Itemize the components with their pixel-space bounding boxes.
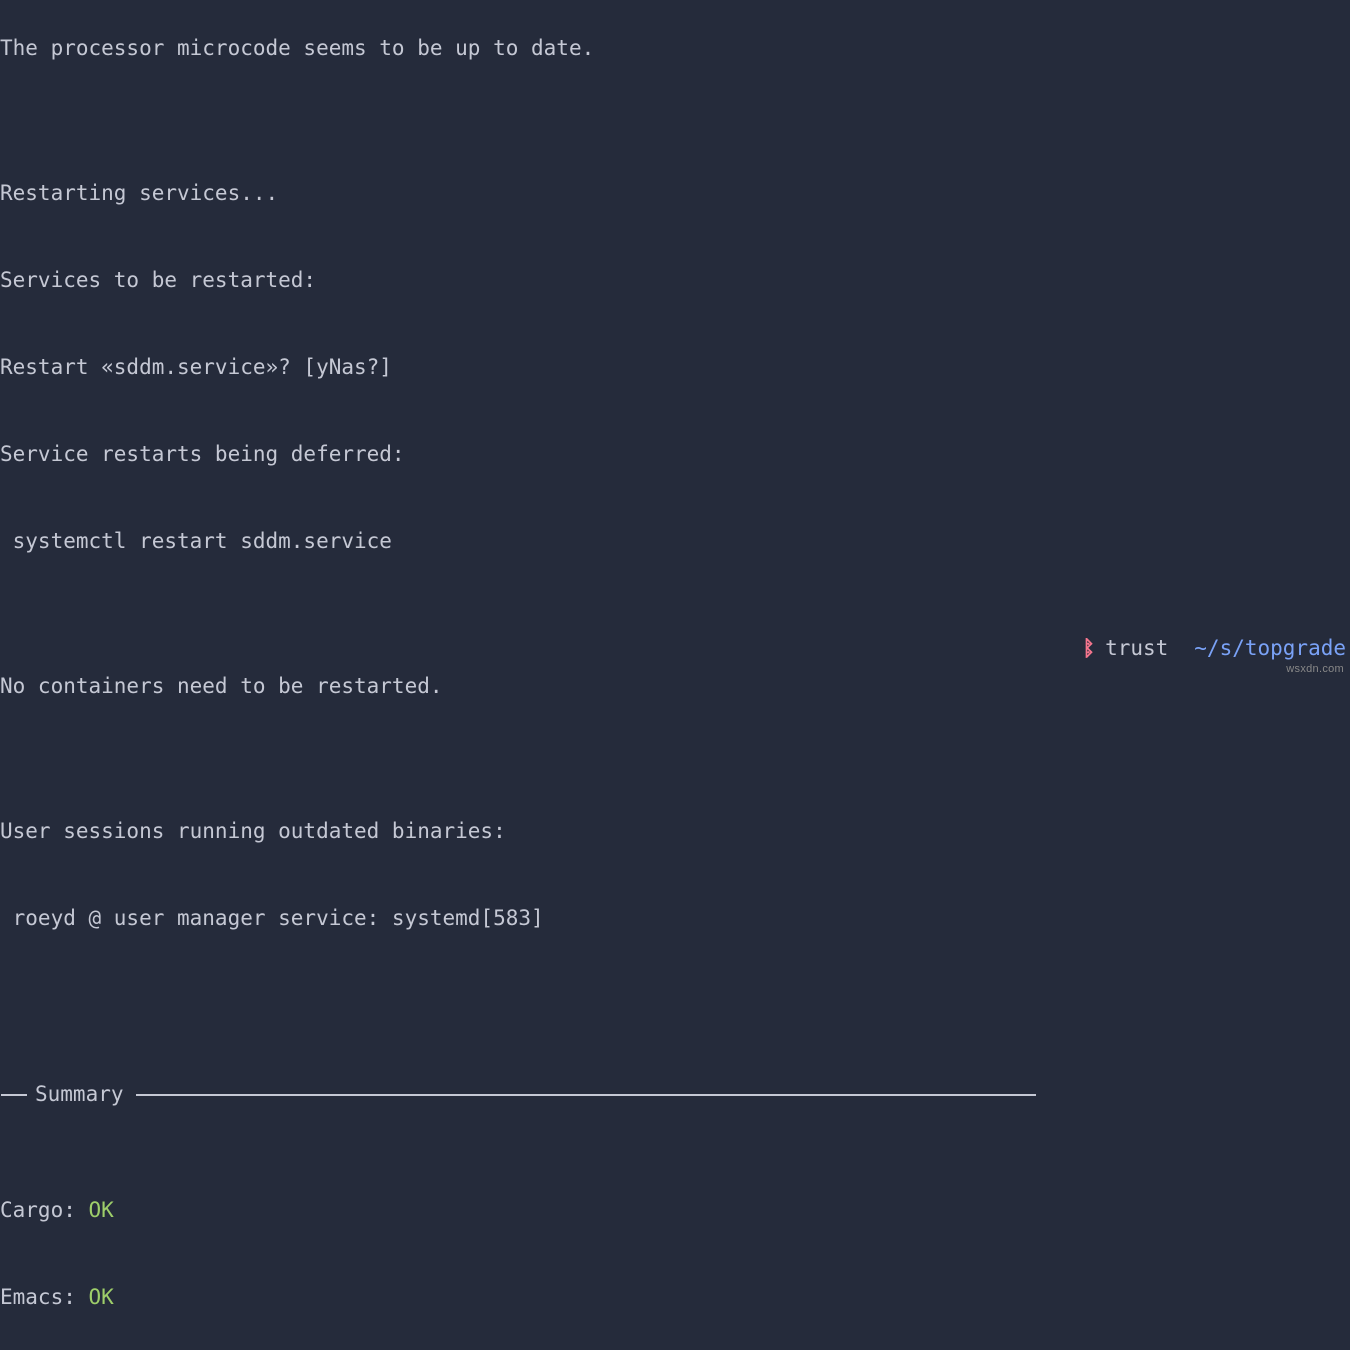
divider-icon — [136, 1094, 1036, 1096]
status-ok: OK — [89, 1285, 114, 1309]
status-ok: OK — [89, 1198, 114, 1222]
git-branch-name: trust — [1105, 634, 1168, 663]
output-line: Restart «sddm.service»? [yNas?] — [0, 353, 1350, 382]
output-line: User sessions running outdated binaries: — [0, 817, 1350, 846]
summary-item: Emacs: OK — [0, 1283, 1350, 1312]
divider-icon — [1, 1094, 27, 1096]
output-line: systemctl restart sddm.service — [0, 527, 1350, 556]
output-line: The processor microcode seems to be up t… — [0, 34, 1350, 63]
output-line: Service restarts being deferred: — [0, 440, 1350, 469]
cwd-path: ~/s/topgrade — [1194, 634, 1346, 663]
terminal-output[interactable]: The processor microcode seems to be up t… — [0, 0, 1350, 1350]
output-line: roeyd @ user manager service: systemd[58… — [0, 904, 1350, 933]
prompt-right-status: ᛔ trust ~/s/topgrade — [1082, 634, 1346, 663]
summary-title: Summary — [35, 1080, 124, 1109]
summary-item: Cargo: OK — [0, 1196, 1350, 1225]
output-line: Restarting services... — [0, 179, 1350, 208]
watermark-text: wsxdn.com — [1286, 663, 1344, 675]
output-line: No containers need to be restarted. — [0, 672, 1350, 701]
git-branch-icon: ᛔ — [1082, 634, 1095, 663]
output-line: Services to be restarted: — [0, 266, 1350, 295]
summary-header: Summary — [1, 1080, 1350, 1109]
